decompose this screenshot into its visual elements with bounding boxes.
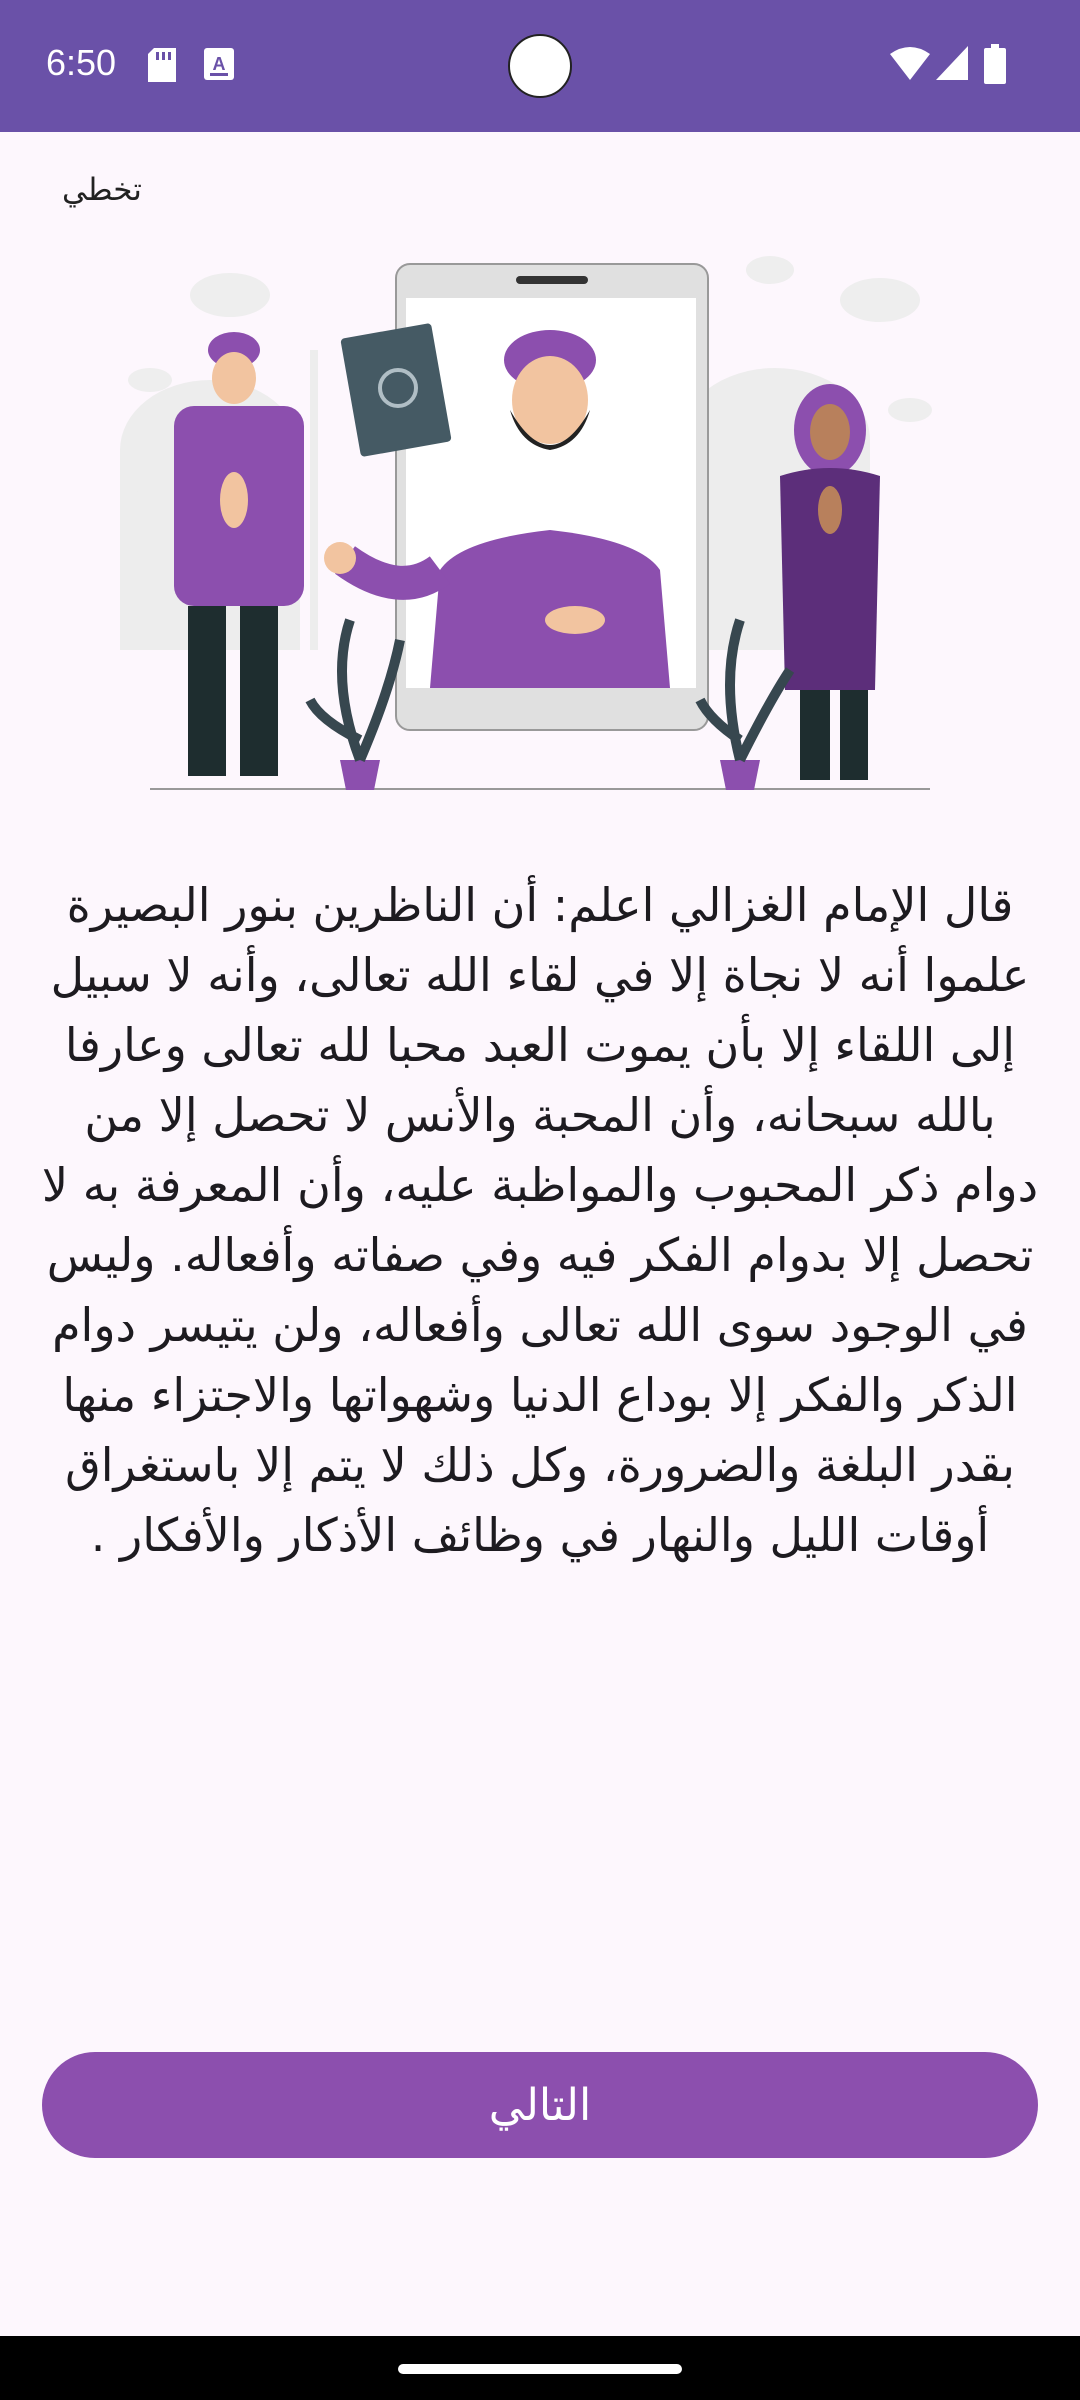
sd-card-icon xyxy=(148,48,176,86)
prayer-illustration-icon xyxy=(120,256,932,790)
camera-cutout xyxy=(508,34,572,98)
wifi-icon xyxy=(890,46,930,84)
skip-link[interactable]: تخطي xyxy=(62,172,142,208)
signal-icon xyxy=(936,46,968,84)
status-time: 6:50 xyxy=(46,42,117,83)
svg-text:A: A xyxy=(213,54,226,74)
battery-icon xyxy=(984,44,1006,88)
navigation-bar xyxy=(0,2336,1080,2400)
illustration xyxy=(100,240,980,820)
status-bar: 6:50 A xyxy=(0,0,1080,132)
home-indicator[interactable] xyxy=(398,2364,682,2374)
quote-text: قال الإمام الغزالي اعلم: أن الناظرين بنو… xyxy=(41,878,1039,1562)
keyboard-a-icon: A xyxy=(204,48,234,84)
next-button[interactable]: التالي xyxy=(42,2052,1038,2158)
